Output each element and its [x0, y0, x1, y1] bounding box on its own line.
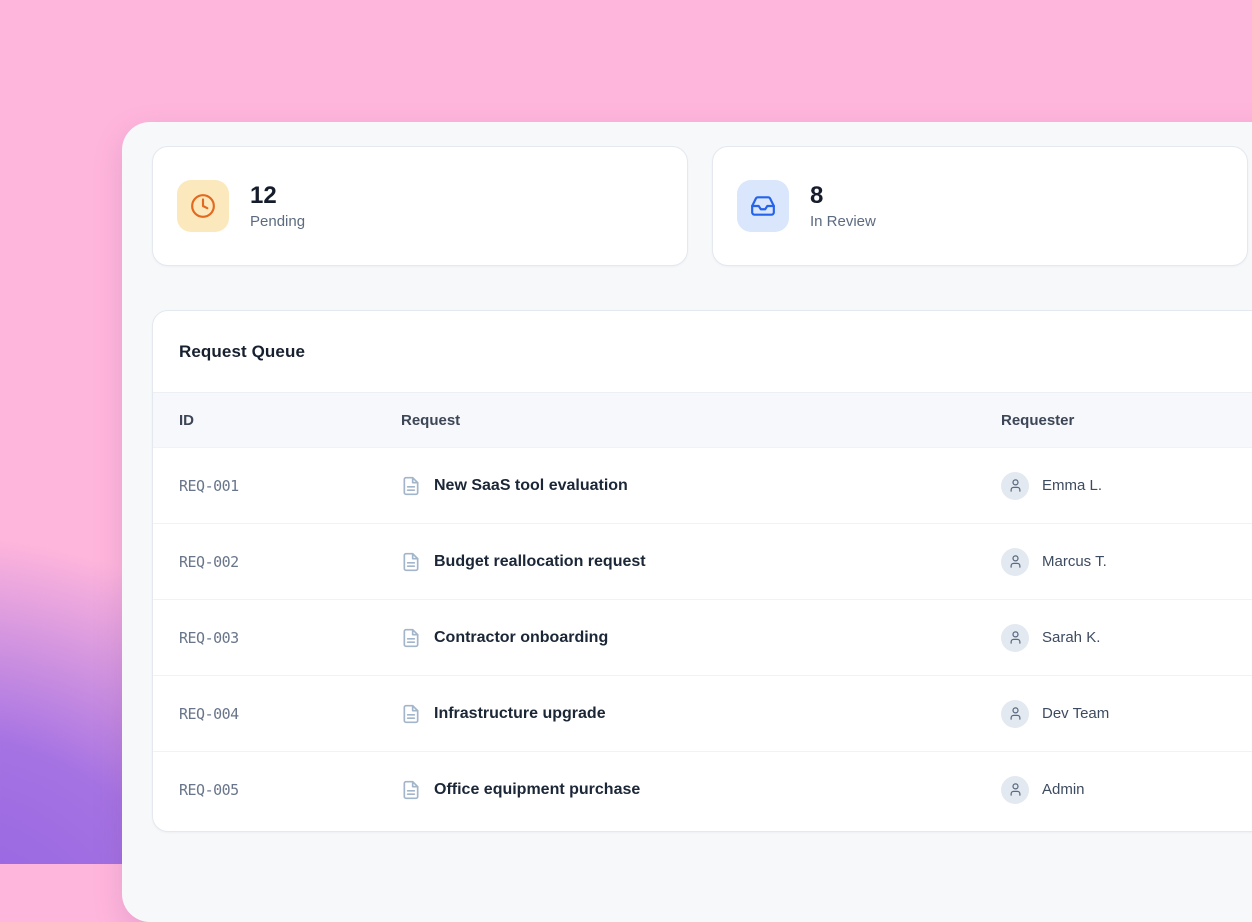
request-title: Infrastructure upgrade [434, 705, 606, 723]
request-title: Contractor onboarding [434, 629, 608, 647]
request-id: REQ-001 [179, 477, 401, 495]
document-icon [401, 780, 421, 800]
request-id: REQ-005 [179, 781, 401, 799]
document-icon [401, 476, 421, 496]
document-icon [401, 628, 421, 648]
request-id: REQ-003 [179, 629, 401, 647]
request-title: New SaaS tool evaluation [434, 477, 628, 495]
request-id: REQ-002 [179, 553, 401, 571]
requester-name: Emma L. [1042, 477, 1102, 494]
column-header-request: Request [401, 412, 1001, 429]
document-icon [401, 552, 421, 572]
column-header-id: ID [179, 412, 401, 429]
pending-count: 12 [250, 182, 305, 210]
table-row[interactable]: REQ-001 New SaaS tool evaluation Emma L. [153, 447, 1252, 523]
user-avatar-icon [1001, 624, 1029, 652]
inbox-icon [737, 180, 789, 232]
stats-row: 12 Pending 8 In Review [122, 122, 1252, 266]
table-row[interactable]: REQ-005 Office equipment purchase Admin [153, 751, 1252, 827]
user-avatar-icon [1001, 548, 1029, 576]
clock-icon [177, 180, 229, 232]
user-avatar-icon [1001, 472, 1029, 500]
request-title: Office equipment purchase [434, 781, 640, 799]
user-avatar-icon [1001, 776, 1029, 804]
queue-title: Request Queue [179, 342, 305, 362]
request-queue-card: Request Queue ID Request Requester REQ-0… [152, 310, 1252, 832]
table-header-row: ID Request Requester [153, 393, 1252, 447]
in-review-count: 8 [810, 182, 876, 210]
stat-card-in-review: 8 In Review [712, 146, 1248, 266]
pending-label: Pending [250, 213, 305, 230]
in-review-label: In Review [810, 213, 876, 230]
requester-name: Admin [1042, 781, 1085, 798]
column-header-requester: Requester [1001, 412, 1252, 429]
document-icon [401, 704, 421, 724]
main-panel: 12 Pending 8 In Review Request Queue ID … [122, 122, 1252, 922]
request-id: REQ-004 [179, 705, 401, 723]
stat-card-pending: 12 Pending [152, 146, 688, 266]
table-row[interactable]: REQ-003 Contractor onboarding Sarah K. [153, 599, 1252, 675]
table-row[interactable]: REQ-002 Budget reallocation request Marc… [153, 523, 1252, 599]
table-row[interactable]: REQ-004 Infrastructure upgrade Dev Team [153, 675, 1252, 751]
requester-name: Marcus T. [1042, 553, 1107, 570]
user-avatar-icon [1001, 700, 1029, 728]
requester-name: Dev Team [1042, 705, 1109, 722]
request-title: Budget reallocation request [434, 553, 646, 571]
requester-name: Sarah K. [1042, 629, 1100, 646]
queue-card-header: Request Queue [153, 311, 1252, 393]
